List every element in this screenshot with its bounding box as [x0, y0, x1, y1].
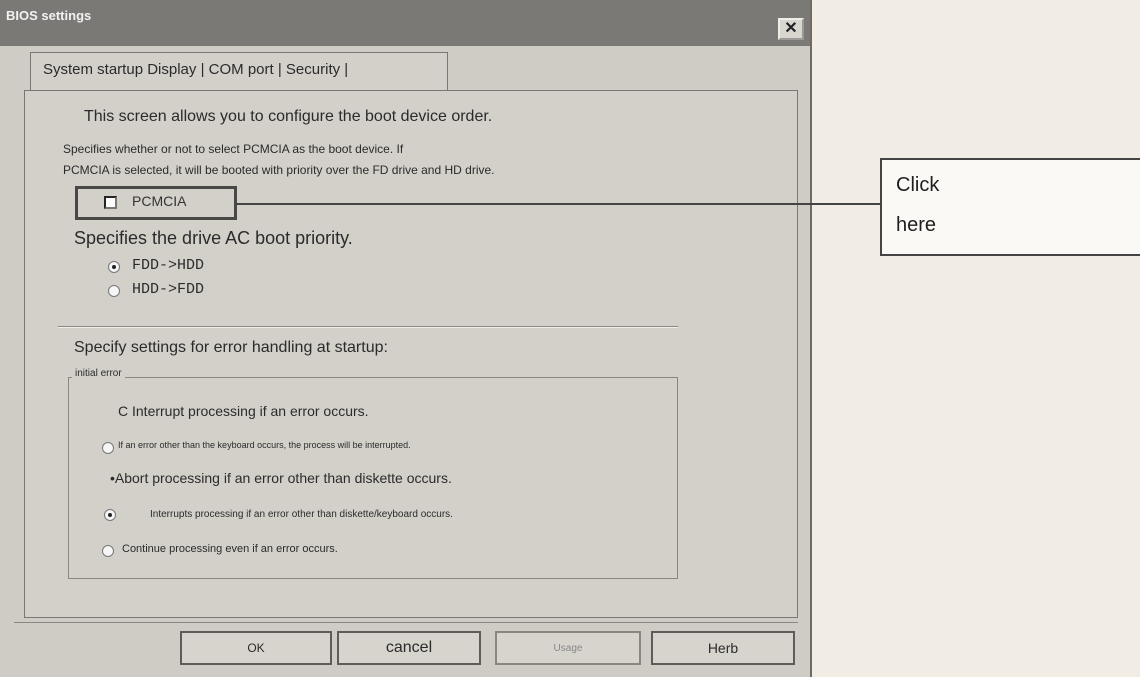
ok-button[interactable]: OK — [180, 631, 332, 665]
radio-error-diskette-keyboard[interactable] — [104, 509, 116, 521]
error-option-abort-diskette[interactable]: •Abort processing if an error other than… — [110, 470, 452, 486]
callout-pointer-line — [237, 203, 880, 205]
pcmcia-checkbox[interactable] — [104, 196, 117, 209]
pcmcia-label: PCMCIA — [132, 193, 187, 209]
section-divider — [58, 326, 678, 328]
cancel-button[interactable]: cancel — [337, 631, 481, 665]
pcmcia-description-line1: Specifies whether or not to select PCMCI… — [63, 142, 404, 156]
error-option-diskette-keyboard-label: Interrupts processing if an error other … — [150, 509, 453, 520]
radio-fdd-hdd[interactable] — [108, 261, 120, 273]
bios-settings-dialog: BIOS settings ✕ System startup Display |… — [0, 0, 812, 677]
error-handling-heading: Specify settings for error handling at s… — [74, 339, 388, 356]
title-bar: BIOS settings ✕ — [0, 0, 810, 46]
callout-text-line1: Click — [896, 174, 940, 196]
callout-text-line2: here — [896, 214, 937, 236]
tab-com-port[interactable]: COM port — [209, 61, 274, 78]
radio-error-continue[interactable] — [102, 545, 114, 557]
initial-error-group-label: initial error — [72, 368, 125, 379]
radio-hdd-fdd[interactable] — [108, 285, 120, 297]
help-button[interactable]: Herb — [651, 631, 795, 665]
tab-separator: | — [277, 61, 282, 78]
tab-security[interactable]: Security — [286, 61, 340, 78]
boot-intro-text: This screen allows you to configure the … — [84, 108, 493, 125]
close-button[interactable]: ✕ — [778, 18, 804, 40]
tab-strip: System startup Display | COM port | Secu… — [30, 52, 448, 90]
error-option-interrupt[interactable]: C Interrupt processing if an error occur… — [118, 403, 369, 419]
tab-separator: | — [200, 61, 205, 78]
error-option-keyboard-label: If an error other than the keyboard occu… — [118, 440, 411, 450]
boot-priority-heading: Specifies the drive AC boot priority. — [74, 228, 353, 248]
close-icon: ✕ — [784, 20, 798, 37]
pcmcia-description-line2: PCMCIA is selected, it will be booted wi… — [63, 163, 495, 177]
radio-error-keyboard[interactable] — [102, 442, 114, 454]
radio-fdd-hdd-label: FDD->HDD — [132, 257, 205, 274]
tab-display[interactable]: Display — [147, 61, 196, 78]
paper-background — [812, 0, 1140, 677]
usage-button[interactable]: Usage — [495, 631, 641, 665]
error-option-continue-label: Continue processing even if an error occ… — [122, 543, 338, 555]
callout-box: Click here — [880, 158, 1140, 256]
tab-system-startup[interactable]: System startup — [43, 61, 143, 78]
window-title: BIOS settings — [6, 8, 92, 23]
button-bar-divider — [14, 622, 798, 623]
radio-hdd-fdd-label: HDD->FDD — [132, 281, 205, 298]
tab-separator: | — [344, 61, 349, 78]
